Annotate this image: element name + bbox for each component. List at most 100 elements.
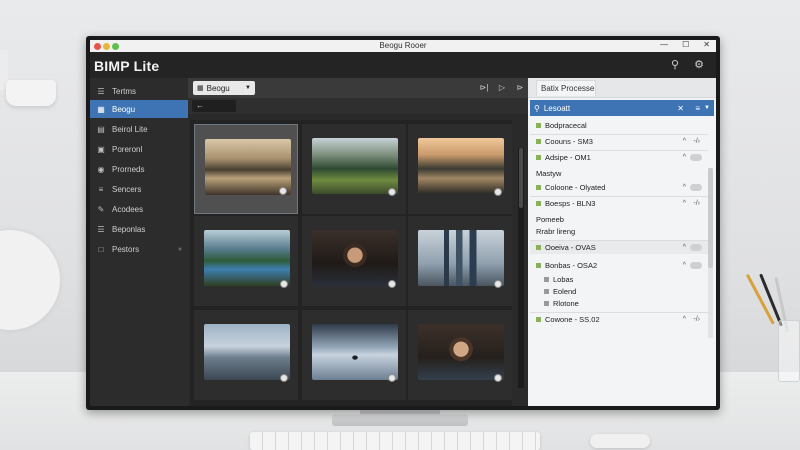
list-item[interactable]: Adsipe - OM1 ^	[530, 150, 708, 164]
list-item[interactable]: Bonbas - OSA2 ^	[530, 258, 708, 272]
next-button[interactable]: ⊳	[514, 81, 526, 95]
expand-icon[interactable]: ^	[683, 262, 686, 269]
skip-button[interactable]: ⊳|	[478, 81, 490, 95]
thumbnail-cell[interactable]	[302, 310, 406, 400]
sidebar-item-label: Acodees	[112, 204, 144, 214]
play-button[interactable]: ▷	[496, 81, 508, 95]
collapse-icon[interactable]: «	[178, 246, 182, 253]
select-badge-icon[interactable]	[280, 374, 288, 382]
list-item[interactable]: Rlotone	[530, 296, 708, 310]
list-item[interactable]: Bodpracecal	[530, 118, 708, 132]
sidebar-item-beirol-lite[interactable]: ▤ Beirol Lite	[90, 120, 188, 138]
select-badge-icon[interactable]	[494, 280, 502, 288]
toggle-switch[interactable]	[690, 244, 702, 251]
batch-process-panel: Batix Processe ⚲ Lesoatt ✕ ≡ ▼ Bodpracec…	[528, 78, 716, 406]
settings-icon[interactable]: ⚙	[692, 58, 706, 72]
thumbnail-person-shore	[312, 324, 398, 380]
list-item[interactable]: Boesps - BLN3 ^ -/›	[530, 196, 708, 210]
pen-cup	[778, 320, 800, 382]
bullet-icon	[536, 139, 541, 144]
select-badge-icon[interactable]	[388, 374, 396, 382]
maximize-icon[interactable]: ☐	[682, 40, 689, 49]
options-icon[interactable]: ≡	[695, 104, 700, 113]
thumbnail-cell[interactable]	[408, 216, 512, 306]
sidebar-item-pestors[interactable]: □ Pestors «	[90, 240, 188, 258]
expand-icon[interactable]: ^	[683, 200, 686, 207]
bullet-icon	[536, 201, 541, 206]
bullet-icon	[536, 245, 541, 250]
scrollbar-thumb[interactable]	[519, 148, 523, 208]
close-icon[interactable]: ✕	[703, 40, 710, 49]
tab-batch-process[interactable]: Batix Processe	[536, 80, 596, 96]
list-item[interactable]: Coouns - SM3 ^ -/›	[530, 134, 708, 148]
select-badge-icon[interactable]	[388, 280, 396, 288]
sidebar-item-sencers[interactable]: ≡ Sencers	[90, 180, 188, 198]
sidebar-item-poreronl[interactable]: ▣ Poreronl	[90, 140, 188, 158]
edit-icon[interactable]: -/›	[693, 316, 700, 323]
panel-search-row[interactable]: ⚲ Lesoatt ✕ ≡ ▼	[530, 100, 714, 116]
bullet-icon	[536, 122, 541, 128]
select-badge-icon[interactable]	[279, 187, 287, 195]
toggle-switch[interactable]	[690, 154, 702, 161]
sidebar-item-label: Beirol Lite	[112, 124, 148, 134]
list-item[interactable]: Cowone - SS.02 ^ -/›	[530, 312, 708, 326]
sidebar-item-prorneds[interactable]: ◉ Prorneds	[90, 160, 188, 178]
sidebar-item-acodees[interactable]: ✎ Acodees	[90, 200, 188, 218]
thumbnail-cell[interactable]	[194, 216, 298, 306]
sidebar-item-label: Beogu	[112, 104, 136, 114]
expand-icon[interactable]: ^	[683, 316, 686, 323]
thumbnail-cell[interactable]	[302, 216, 406, 306]
list-item[interactable]: Coloone - Olyated ^	[530, 180, 708, 194]
thumbnail-cell[interactable]	[194, 310, 298, 400]
sidebar-item-beogu[interactable]: ▦ Beogu	[90, 100, 188, 118]
minimize-icon[interactable]: —	[660, 40, 668, 49]
back-button[interactable]: ←	[192, 100, 236, 112]
list-item-label: Pomeeb	[536, 214, 564, 224]
toolbar: ▦ Beogu ▼ ⊳| ▷ ⊳	[188, 78, 528, 98]
list-item-label: Coloone - Olyated	[545, 182, 606, 192]
thumbnail-mountain-river	[204, 230, 290, 286]
sidebar-item-label: Beponlas	[112, 224, 146, 234]
chevron-down-icon: ▼	[245, 85, 251, 91]
list-item-label: Bonbas - OSA2	[545, 260, 598, 270]
sidebar: ☰ Tertms ▦ Beogu ▤ Beirol Lite ▣ Poreron…	[90, 78, 188, 406]
sidebar-item-tertms[interactable]: ☰ Tertms	[90, 82, 188, 100]
panel-scrollbar[interactable]	[708, 168, 713, 338]
list-item-label: Rrabr lireng	[536, 226, 576, 236]
grid-scrollbar[interactable]	[518, 148, 524, 388]
wall-plate	[0, 230, 60, 330]
mouse	[590, 434, 650, 448]
select-badge-icon[interactable]	[388, 188, 396, 196]
thumbnail-cell[interactable]	[408, 310, 512, 400]
scrollbar-thumb[interactable]	[708, 168, 713, 268]
toggle-switch[interactable]	[690, 261, 702, 269]
expand-icon[interactable]: ^	[683, 244, 686, 251]
list-item[interactable]: Rrabr lireng	[530, 224, 708, 238]
view-dropdown[interactable]: ▦ Beogu ▼	[193, 81, 255, 95]
list-item-label: Cowone - SS.02	[545, 315, 600, 324]
expand-icon[interactable]: ^	[683, 138, 686, 145]
select-badge-icon[interactable]	[494, 188, 502, 196]
thumbnail-cell[interactable]	[408, 124, 512, 214]
sidebar-item-beponlas[interactable]: ☰ Beponlas	[90, 220, 188, 238]
search-icon[interactable]: ⚲	[668, 58, 682, 72]
select-badge-icon[interactable]	[494, 374, 502, 382]
thumbnail-sunset-lake	[418, 138, 504, 194]
search-icon: ⚲	[534, 103, 540, 113]
clear-icon[interactable]: ✕	[677, 104, 684, 113]
thumbnail-portrait-woman-2	[418, 324, 504, 380]
list-item[interactable]: Ooeiva - OVAS ^	[530, 240, 708, 254]
toggle-switch[interactable]	[690, 183, 702, 191]
list-item[interactable]: Mastyw	[530, 166, 708, 180]
expand-icon[interactable]: ^	[683, 154, 686, 161]
thumbnail-forest-river	[312, 138, 398, 194]
edit-icon[interactable]: -/›	[693, 138, 700, 145]
bullet-icon	[536, 262, 541, 268]
thumbnail-cell[interactable]	[302, 124, 406, 214]
grid-icon: ▦	[97, 104, 105, 114]
expand-icon[interactable]: ^	[683, 184, 686, 191]
select-badge-icon[interactable]	[280, 280, 288, 288]
chevron-down-icon[interactable]: ▼	[704, 105, 710, 111]
edit-icon[interactable]: -/›	[693, 200, 700, 207]
thumbnail-cell[interactable]	[194, 124, 298, 214]
